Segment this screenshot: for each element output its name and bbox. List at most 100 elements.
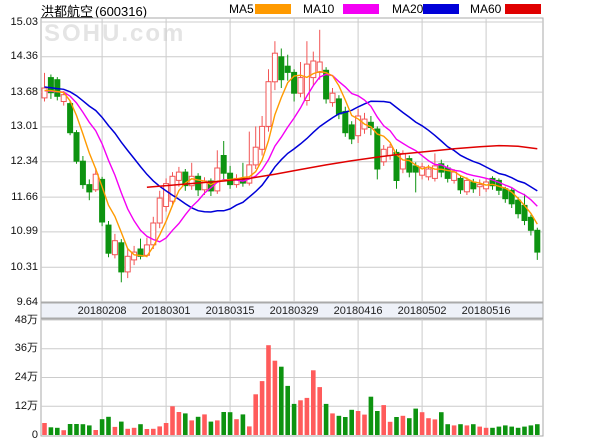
volume-bar [369, 397, 374, 435]
candle-down [221, 156, 226, 174]
volume-bar [426, 418, 431, 435]
volume-bar [55, 428, 60, 435]
volume-bar [356, 411, 361, 435]
volume-bar [535, 424, 540, 435]
candle-up [272, 53, 277, 82]
volume-bar [157, 426, 162, 435]
ma5-line [45, 72, 538, 257]
volume-bar [484, 428, 489, 435]
volume-bar [503, 425, 508, 435]
candle-down [503, 189, 508, 199]
price-axis-label: 13.68 [0, 86, 38, 99]
candle-up [93, 174, 98, 190]
volume-bar [81, 424, 86, 435]
volume-bar [413, 409, 418, 435]
candle-down [74, 133, 79, 162]
date-axis-label: 20180329 [262, 304, 326, 319]
volume-bar [458, 424, 463, 435]
candle-up [151, 223, 156, 245]
volume-bar [253, 394, 258, 435]
volume-bar [394, 417, 399, 435]
volume-bar [273, 361, 278, 435]
volume-bar [228, 412, 233, 435]
volume-bar [221, 412, 226, 435]
volume-bar [465, 425, 470, 435]
volume-bar [324, 404, 329, 435]
volume-bar [445, 424, 450, 435]
price-pane [41, 18, 543, 302]
ma20-line [45, 87, 538, 212]
candle-down [68, 104, 73, 133]
volume-bar [516, 428, 521, 435]
candle-down [528, 217, 533, 230]
volume-bar [362, 415, 367, 435]
price-axis-label: 10.99 [0, 225, 38, 238]
volume-bar [477, 427, 482, 435]
candle-down [343, 111, 348, 132]
candle-up [125, 256, 130, 272]
volume-bar [106, 417, 111, 435]
volume-bar [241, 414, 246, 435]
price-axis-label: 14.36 [0, 50, 38, 63]
volume-bar [343, 417, 348, 435]
candle-up [164, 184, 169, 207]
volume-bar [401, 416, 406, 435]
volume-bar [119, 422, 124, 435]
candle-up [253, 147, 258, 165]
candle-down [285, 66, 290, 72]
date-axis-label: 20180502 [390, 304, 454, 319]
volume-bar [375, 411, 380, 435]
volume-bar [388, 422, 393, 435]
volume-bar [420, 412, 425, 435]
volume-bar [183, 413, 188, 435]
volume-bar [87, 425, 92, 435]
volume-bar [279, 367, 284, 435]
candle-up [260, 126, 265, 149]
volume-bar [215, 420, 220, 435]
volume-bar [317, 387, 322, 435]
price-axis-label: 10.31 [0, 261, 38, 274]
volume-axis-label: 48万 [0, 314, 38, 327]
candle-down [471, 182, 476, 189]
volume-bar [202, 414, 207, 435]
volume-bar [522, 427, 527, 435]
volume-bar [529, 425, 534, 435]
date-axis-label: 20180315 [198, 304, 262, 319]
volume-bars [42, 345, 539, 435]
candle-up [157, 198, 162, 223]
volume-bar [311, 370, 316, 435]
volume-bar [305, 398, 310, 435]
volume-axis-label: 24万 [0, 371, 38, 384]
volume-bar [170, 406, 175, 435]
candle-up [112, 241, 117, 255]
candle-up [176, 172, 181, 180]
candle-up [298, 78, 303, 94]
ma-lines [45, 72, 538, 257]
volume-bar [292, 404, 297, 435]
price-axis-label: 12.34 [0, 155, 38, 168]
candle-down [458, 178, 463, 189]
volume-bar [330, 413, 335, 435]
volume-bar [349, 410, 354, 435]
volume-bar [497, 427, 502, 435]
volume-bar [337, 416, 342, 435]
volume-axis-label: 36万 [0, 342, 38, 355]
volume-bar [125, 429, 130, 435]
candle-down [516, 200, 521, 214]
stock-chart-page: 洪都航空(600316) MA5 MA10 MA20 MA60 SOHU.com… [0, 0, 600, 440]
volume-bar [74, 424, 79, 435]
candle-up [42, 88, 47, 98]
volume-bar [266, 345, 271, 435]
volume-bar [164, 423, 169, 435]
candle-up [477, 185, 482, 187]
ma10-line [45, 74, 538, 241]
volume-bar [189, 420, 194, 435]
candle-down [535, 230, 540, 252]
volume-bar [452, 425, 457, 435]
price-axis-label: 15.03 [0, 16, 38, 29]
date-axis-label: 20180516 [454, 304, 518, 319]
candle-up [247, 165, 252, 183]
volume-bar [471, 424, 476, 435]
volume-bar [61, 430, 66, 435]
volume-bar [145, 429, 150, 435]
